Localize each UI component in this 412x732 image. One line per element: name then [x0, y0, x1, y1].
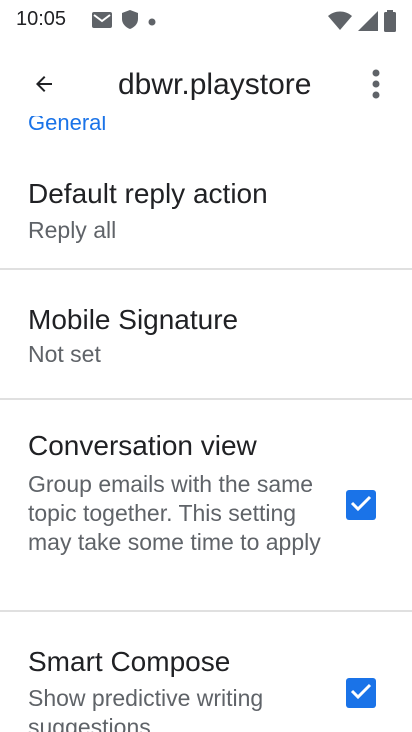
battery-icon	[384, 10, 396, 37]
app-title: dbwr.playstore	[118, 68, 312, 101]
arrow-back-icon	[32, 72, 56, 101]
conversation-view-checkbox[interactable]	[346, 490, 376, 520]
gmail-icon	[92, 11, 112, 33]
check-icon	[350, 494, 372, 517]
app-bar: dbwr.playstore	[0, 40, 412, 128]
divider	[0, 610, 412, 612]
check-icon	[350, 682, 372, 705]
pref-conversation-view[interactable]: Conversation view Group emails with the …	[0, 426, 412, 606]
system-icons	[328, 10, 396, 37]
smart-compose-checkbox[interactable]	[346, 678, 376, 708]
pref-mobile-signature[interactable]: Mobile Signature Not set	[0, 294, 412, 394]
pref-title: Conversation view	[28, 430, 257, 461]
divider	[0, 268, 412, 270]
pref-default-reply-action[interactable]: Default reply action Reply all	[0, 168, 412, 268]
pref-summary: Not set	[28, 341, 101, 367]
status-time: 10:05	[16, 8, 67, 30]
dot-icon	[148, 13, 156, 31]
wifi-icon	[328, 11, 352, 36]
pref-title: Mobile Signature	[28, 304, 239, 335]
shield-icon	[122, 10, 138, 34]
divider	[0, 398, 412, 400]
pref-smart-compose[interactable]: Smart Compose Show predictive writing su…	[0, 642, 412, 732]
section-header: General	[28, 116, 107, 135]
pref-title: Default reply action	[28, 178, 268, 209]
pref-summary: Show predictive writing suggestions	[28, 685, 264, 732]
settings-list[interactable]: General Default reply action Reply all M…	[0, 116, 412, 732]
overflow-menu-button[interactable]	[354, 62, 398, 110]
status-bar: 10:05	[0, 0, 412, 40]
notification-icons	[92, 10, 156, 34]
more-vert-icon	[372, 69, 380, 104]
pref-title: Smart Compose	[28, 646, 231, 677]
back-button[interactable]	[20, 66, 68, 106]
signal-icon	[358, 11, 378, 36]
pref-summary: Reply all	[28, 217, 117, 243]
pref-summary: Group emails with the same topic togethe…	[28, 471, 321, 555]
